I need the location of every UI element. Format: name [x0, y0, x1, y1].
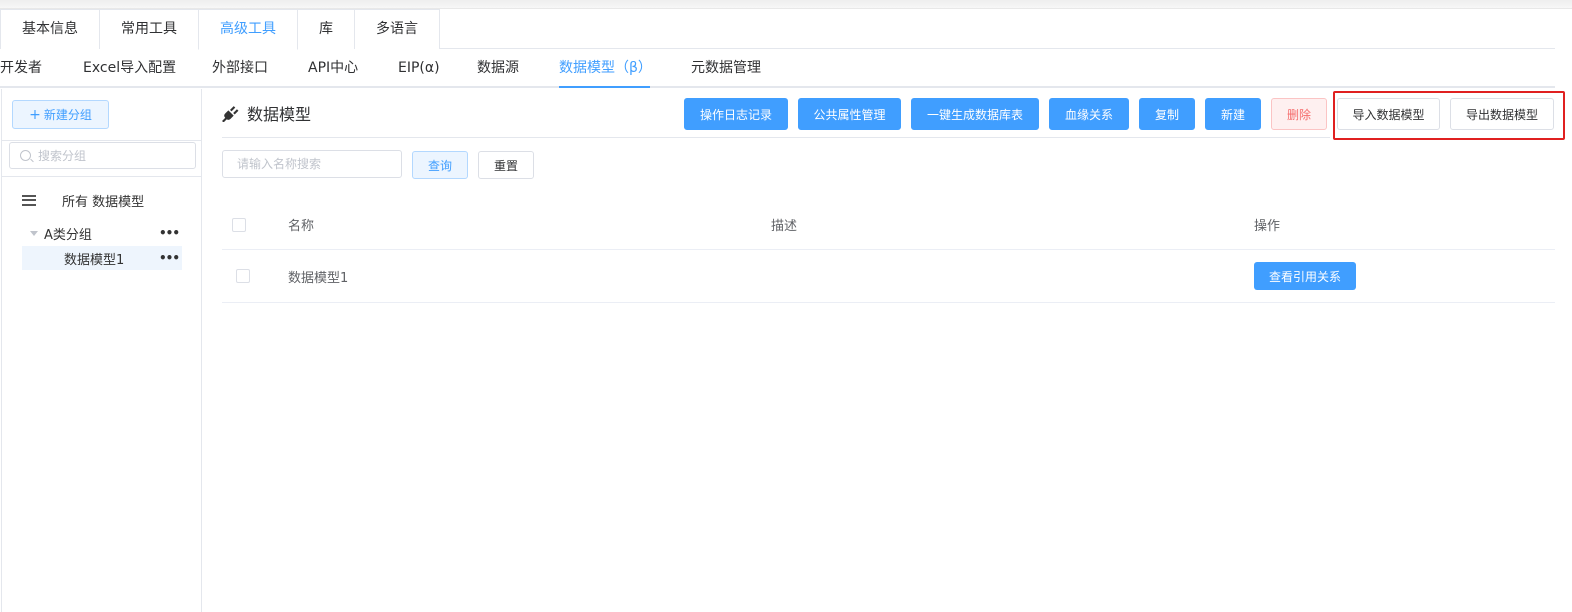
- tab-developer[interactable]: 开发者: [0, 49, 42, 88]
- sidebar-divider-2: [2, 176, 202, 177]
- tree-all-label: 所有 数据模型: [62, 194, 145, 210]
- tree-group-label: A类分组: [44, 227, 92, 243]
- column-header-description: 描述: [771, 219, 798, 234]
- new-button[interactable]: 新建: [1205, 98, 1261, 130]
- header-divider: [222, 137, 1330, 138]
- more-icon[interactable]: •••: [159, 251, 180, 265]
- tab-multilanguage[interactable]: 多语言: [354, 9, 440, 49]
- group-search-box: [9, 142, 196, 169]
- caret-down-icon[interactable]: [30, 230, 38, 236]
- reset-button[interactable]: 重置: [478, 151, 534, 179]
- select-all-checkbox[interactable]: [232, 217, 246, 232]
- tab-external-interface[interactable]: 外部接口: [212, 49, 268, 88]
- more-icon[interactable]: •••: [159, 226, 180, 240]
- search-icon: [20, 150, 31, 161]
- plus-icon: +: [29, 106, 41, 123]
- name-search-box: [222, 150, 402, 178]
- page-title: 数据模型: [222, 102, 311, 124]
- page-title-text: 数据模型: [247, 105, 312, 124]
- tree-all-models[interactable]: 所有 数据模型: [22, 190, 144, 210]
- name-search-input[interactable]: [237, 157, 387, 171]
- tab-advanced-tools[interactable]: 高级工具: [198, 9, 298, 50]
- copy-button[interactable]: 复制: [1139, 98, 1195, 130]
- table-row: 数据模型1 查看引用关系: [222, 250, 1555, 303]
- active-tab-indicator: [559, 86, 650, 88]
- column-header-actions: 操作: [1254, 219, 1281, 234]
- table-header: 名称 描述 操作: [222, 200, 1555, 250]
- tab-excel-import-config[interactable]: Excel导入配置: [83, 49, 176, 88]
- export-data-model-button[interactable]: 导出数据模型: [1450, 98, 1554, 130]
- column-header-name: 名称: [288, 219, 315, 234]
- tree-group-a[interactable]: A类分组 •••: [22, 221, 182, 245]
- common-attribute-button[interactable]: 公共属性管理: [798, 98, 901, 130]
- tab-basic-info[interactable]: 基本信息: [0, 9, 100, 49]
- new-group-label: 新建分组: [43, 108, 92, 122]
- lineage-button[interactable]: 血缘关系: [1049, 98, 1129, 130]
- generate-db-table-button[interactable]: 一键生成数据库表: [911, 98, 1039, 130]
- menu-icon: [22, 194, 36, 206]
- group-search-input[interactable]: [38, 148, 188, 163]
- delete-button[interactable]: 删除: [1271, 98, 1327, 130]
- row-actions: 查看引用关系: [1254, 250, 1357, 302]
- import-data-model-button[interactable]: 导入数据模型: [1337, 98, 1440, 130]
- new-group-button[interactable]: + 新建分组: [12, 100, 109, 129]
- sidebar-divider: [2, 140, 202, 141]
- tab-library[interactable]: 库: [297, 9, 355, 49]
- tree-item-data-model-1[interactable]: 数据模型1 •••: [22, 246, 182, 270]
- tab-eip[interactable]: EIP(α): [398, 49, 440, 88]
- query-button[interactable]: 查询: [412, 151, 468, 179]
- tab-datasource[interactable]: 数据源: [477, 49, 519, 88]
- secondary-tabs: 开发者 Excel导入配置 外部接口 API中心 EIP(α) 数据源 数据模型…: [0, 49, 1555, 88]
- row-name: 数据模型1: [288, 270, 349, 286]
- tab-common-tools[interactable]: 常用工具: [99, 9, 199, 49]
- row-checkbox[interactable]: [236, 269, 250, 283]
- operation-log-button[interactable]: 操作日志记录: [684, 98, 788, 130]
- window-top-bar: [0, 0, 1572, 9]
- primary-tabs: 基本信息 常用工具 高级工具 库 多语言: [0, 9, 1555, 50]
- tree-item-label: 数据模型1: [64, 252, 125, 268]
- view-references-button[interactable]: 查看引用关系: [1254, 262, 1357, 290]
- data-model-table: 名称 描述 操作 数据模型1 查看引用关系: [222, 200, 1555, 303]
- row-checkbox-cell: [236, 250, 250, 302]
- plug-icon: [222, 105, 239, 122]
- tab-metadata-management[interactable]: 元数据管理: [691, 49, 761, 88]
- sidebar: + 新建分组 所有 数据模型 A类分组 ••• 数据模型1 •••: [1, 89, 202, 612]
- header-checkbox-cell: [232, 200, 246, 249]
- tab-data-model[interactable]: 数据模型（β）: [559, 49, 652, 88]
- tab-api-center[interactable]: API中心: [308, 49, 358, 88]
